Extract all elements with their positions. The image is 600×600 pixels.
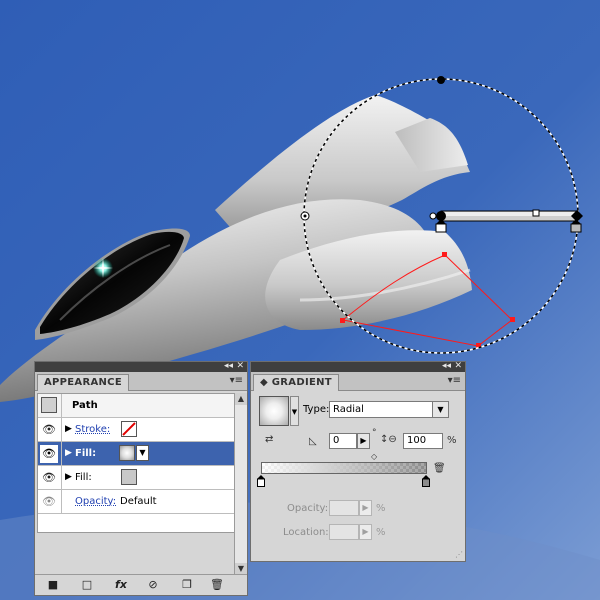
- fill-label[interactable]: Fill:: [75, 471, 92, 484]
- fill-swatch-dropdown[interactable]: ▼: [136, 445, 149, 461]
- stroke-none-swatch[interactable]: [121, 421, 137, 437]
- collapse-icon[interactable]: ◂◂: [442, 361, 451, 371]
- gradient-preview-dropdown[interactable]: ▼: [290, 396, 299, 426]
- opacity-dropdown: ▶: [359, 500, 372, 516]
- fill-row[interactable]: 👁 ▶ Fill:: [38, 466, 234, 490]
- gradient-stop-gray[interactable]: [422, 475, 430, 487]
- stroke-row[interactable]: 👁 ▶ Stroke:: [38, 418, 234, 442]
- eye-icon[interactable]: 👁: [40, 469, 58, 487]
- expand-triangle-icon[interactable]: ▶: [65, 471, 72, 483]
- aspect-value: 100: [407, 435, 427, 446]
- aspect-input[interactable]: 100: [403, 433, 443, 449]
- location-percent: %: [376, 527, 386, 538]
- gradient-panel: ◂◂ ✕ ◆ GRADIENT ▾≡ ▼ Type: Radial ▼ ⇄ ◺ …: [250, 361, 466, 562]
- angle-input[interactable]: 0: [329, 433, 357, 449]
- clear-icon[interactable]: ⊘: [145, 578, 161, 592]
- stroke-label[interactable]: Stroke:: [75, 423, 110, 436]
- fill-row-selected[interactable]: 👁 ▶ Fill: ▼: [38, 442, 234, 466]
- panel-menu-icon[interactable]: ▾≡: [448, 374, 461, 388]
- fill-label[interactable]: Fill:: [75, 447, 96, 460]
- type-label: Type:: [303, 404, 330, 415]
- eye-icon[interactable]: 👁: [40, 445, 58, 463]
- path-thumbnail: [41, 397, 57, 413]
- opacity-label: Opacity:: [287, 503, 329, 514]
- expand-triangle-icon[interactable]: ▶: [65, 447, 72, 459]
- annotator-top-handle: [437, 76, 445, 84]
- resize-grip-icon[interactable]: ⋰: [455, 551, 463, 559]
- chevron-down-icon[interactable]: ▼: [432, 402, 448, 417]
- opacity-row[interactable]: 👁 Opacity: Default: [38, 490, 234, 514]
- diamond-icon: ◆: [260, 377, 268, 388]
- appearance-scrollbar[interactable]: ▲ ▼: [234, 393, 247, 575]
- expand-triangle-icon[interactable]: ▶: [65, 423, 72, 435]
- new-fill-icon[interactable]: □: [79, 578, 95, 592]
- gradient-stop-white[interactable]: [257, 475, 265, 487]
- eye-icon[interactable]: 👁: [40, 493, 58, 511]
- gradient-preview-swatch[interactable]: [259, 396, 289, 426]
- opacity-percent: %: [376, 503, 386, 514]
- gradient-tab-label: GRADIENT: [271, 377, 332, 388]
- gradient-midpoint-diamond[interactable]: ◇: [371, 452, 377, 461]
- gradient-slider[interactable]: [261, 462, 427, 474]
- appearance-header-row[interactable]: Path: [38, 394, 234, 418]
- type-select[interactable]: Radial ▼: [329, 401, 449, 418]
- aspect-unit: %: [447, 435, 457, 446]
- appearance-footer: ■ □ fx ⊘ ❐ 🗑: [35, 574, 247, 595]
- fx-icon[interactable]: fx: [113, 578, 129, 592]
- duplicate-icon[interactable]: ❐: [179, 578, 195, 592]
- annotator-midpoint: [532, 209, 540, 217]
- location-input: [329, 524, 359, 540]
- reverse-gradient-icon[interactable]: ⇄: [265, 434, 273, 445]
- delete-stop-icon[interactable]: 🗑: [433, 463, 446, 474]
- degree-symbol: °: [372, 428, 377, 438]
- new-stroke-icon[interactable]: ■: [45, 578, 61, 592]
- opacity-value: Default: [120, 496, 157, 507]
- trash-icon[interactable]: 🗑: [209, 578, 225, 592]
- aspect-ratio-icon: ↕⊖: [380, 434, 397, 445]
- appearance-list: Path 👁 ▶ Stroke: 👁 ▶ Fill: ▼ 👁 ▶ Fill: 👁…: [37, 393, 235, 533]
- appearance-titlebar[interactable]: ◂◂ ✕: [35, 361, 247, 372]
- opacity-input: [329, 500, 359, 516]
- path-label: Path: [72, 400, 98, 411]
- tab-gradient[interactable]: ◆ GRADIENT: [253, 374, 339, 391]
- opacity-label[interactable]: Opacity:: [75, 495, 116, 508]
- close-icon[interactable]: ✕: [236, 361, 244, 371]
- eye-icon[interactable]: 👁: [40, 421, 58, 439]
- appearance-tabrow: APPEARANCE ▾≡: [35, 372, 247, 391]
- location-label: Location:: [283, 527, 329, 538]
- fill-gradient-swatch[interactable]: [119, 445, 135, 461]
- appearance-panel: ◂◂ ✕ APPEARANCE ▾≡ Path 👁 ▶ Stroke: 👁 ▶ …: [34, 361, 248, 596]
- collapse-icon[interactable]: ◂◂: [224, 361, 233, 371]
- angle-value: 0: [333, 435, 340, 446]
- angle-dropdown[interactable]: ▶: [357, 433, 370, 449]
- panel-menu-icon[interactable]: ▾≡: [230, 374, 243, 388]
- gradient-titlebar[interactable]: ◂◂ ✕: [251, 361, 465, 372]
- scroll-up-icon[interactable]: ▲: [235, 393, 247, 405]
- angle-icon: ◺: [309, 436, 317, 447]
- fill-gray-swatch[interactable]: [121, 469, 137, 485]
- type-value: Radial: [333, 404, 364, 415]
- location-dropdown: ▶: [359, 524, 372, 540]
- close-icon[interactable]: ✕: [454, 361, 462, 371]
- gradient-tabrow: ◆ GRADIENT ▾≡: [251, 372, 465, 391]
- tab-appearance[interactable]: APPEARANCE: [37, 374, 129, 391]
